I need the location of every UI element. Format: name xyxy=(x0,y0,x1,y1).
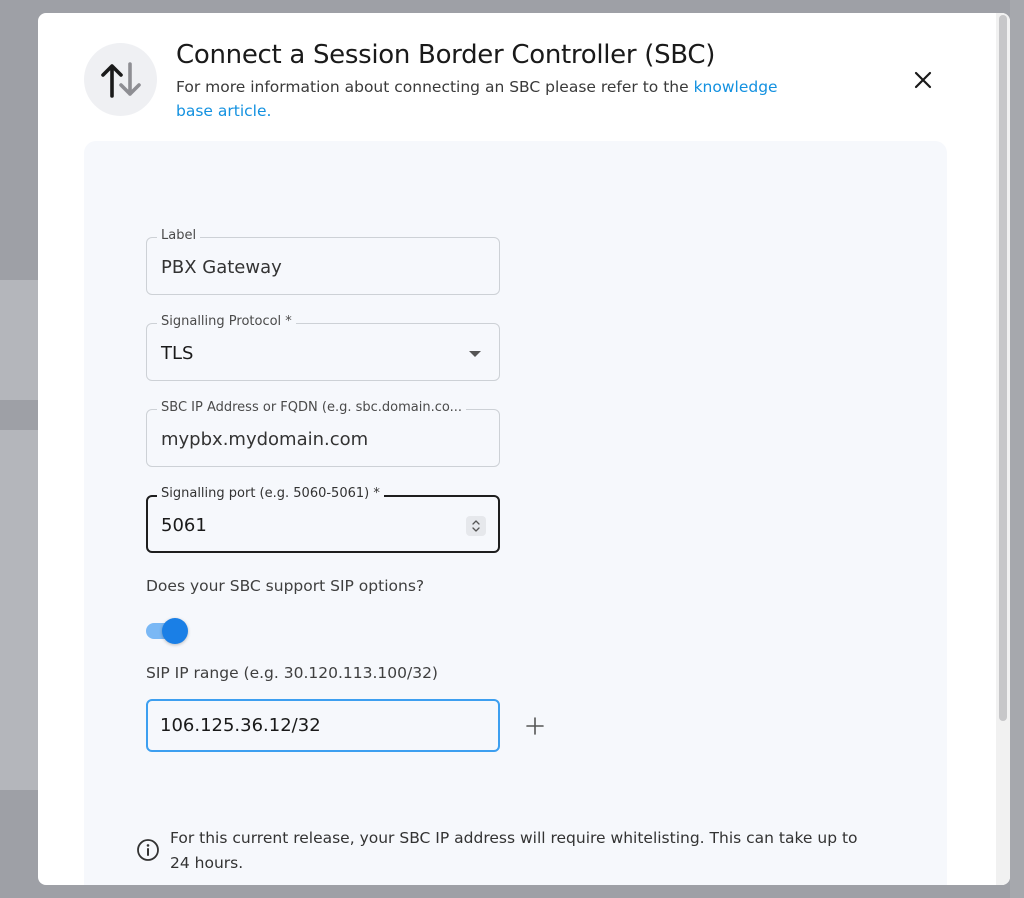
plus-icon xyxy=(526,717,544,735)
signalling-port-field[interactable]: Signalling port (e.g. 5060-5061) * 5061 xyxy=(146,486,500,553)
signalling-port-label: Signalling port (e.g. 5060-5061) * xyxy=(157,486,384,501)
sip-ip-range-input[interactable] xyxy=(146,699,500,752)
sip-options-question: Does your SBC support SIP options? xyxy=(146,577,425,595)
signalling-port-value: 5061 xyxy=(161,515,207,536)
background-panel xyxy=(1010,0,1024,898)
add-ip-range-button[interactable] xyxy=(524,715,546,737)
sbc-address-label: SBC IP Address or FQDN (e.g. sbc.domain.… xyxy=(157,400,466,415)
signalling-protocol-label: Signalling Protocol * xyxy=(157,314,296,329)
sip-ip-range-label: SIP IP range (e.g. 30.120.113.100/32) xyxy=(146,664,438,682)
modal-title: Connect a Session Border Controller (SBC… xyxy=(176,40,716,70)
background-panel xyxy=(0,430,38,790)
number-stepper[interactable] xyxy=(466,516,486,536)
sbc-address-field[interactable]: SBC IP Address or FQDN (e.g. sbc.domain.… xyxy=(146,400,500,467)
info-icon xyxy=(136,838,160,862)
background-panel xyxy=(0,280,38,400)
modal-scrollbar-thumb[interactable] xyxy=(999,15,1007,721)
arrow-up-down-icon xyxy=(84,43,157,116)
modal-scrollbar[interactable] xyxy=(996,13,1010,885)
stepper-arrows-icon xyxy=(472,520,480,532)
label-field-label: Label xyxy=(157,228,201,243)
label-field[interactable]: Label PBX Gateway xyxy=(146,228,500,295)
signalling-protocol-select[interactable]: Signalling Protocol * TLS xyxy=(146,314,500,381)
connect-sbc-modal: Connect a Session Border Controller (SBC… xyxy=(38,13,1010,885)
sip-options-toggle[interactable] xyxy=(146,618,188,644)
toggle-thumb xyxy=(162,618,188,644)
modal-subtitle: For more information about connecting an… xyxy=(176,75,796,123)
close-icon xyxy=(914,71,932,89)
chevron-down-icon[interactable] xyxy=(469,351,481,357)
close-button[interactable] xyxy=(912,69,934,91)
sbc-form-panel: Label PBX Gateway Signalling Protocol * … xyxy=(84,141,947,885)
signalling-protocol-value: TLS xyxy=(161,343,194,364)
sbc-address-value: mypbx.mydomain.com xyxy=(161,429,369,450)
whitelisting-info-text: For this current release, your SBC IP ad… xyxy=(170,829,858,872)
subtitle-text: For more information about connecting an… xyxy=(176,78,694,96)
label-field-value: PBX Gateway xyxy=(161,257,282,278)
